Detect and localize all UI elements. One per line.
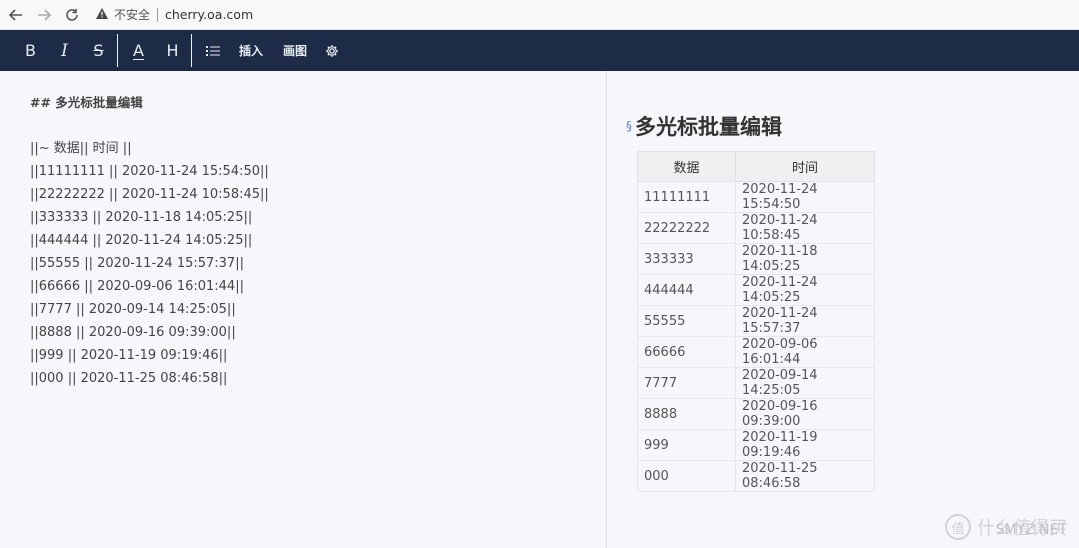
reload-icon[interactable] (58, 1, 86, 29)
markdown-preview: § 多光标批量编辑 数据 时间 11111111 2020-11-24 15:54… (608, 71, 1079, 548)
preview-table: 数据 时间 11111111 2020-11-24 15:54:50 222222… (637, 151, 875, 492)
cell-data: 66666 (637, 336, 736, 368)
column-header-data: 数据 (637, 151, 736, 182)
table-row: 8888 2020-09-16 09:39:00 (637, 398, 875, 430)
editor-line: ||7777 || 2020-09-14 14:25:05|| (30, 302, 236, 317)
table-header-row: 数据 时间 (637, 151, 875, 182)
table-row: 444444 2020-11-24 14:05:25 (637, 274, 875, 306)
table-row: 55555 2020-11-24 15:57:37 (637, 305, 875, 337)
cell-time: 2020-11-24 14:05:25 (735, 274, 875, 306)
cell-data: 22222222 (637, 212, 736, 244)
cell-data: 11111111 (637, 181, 736, 213)
editor-line: ||11111111 || 2020-11-24 15:54:50|| (30, 164, 269, 179)
font-color-button[interactable]: A (124, 30, 153, 71)
preview-heading: § 多光标批量编辑 (626, 111, 1079, 141)
watermark-site: SMYZ.NET (995, 522, 1067, 538)
arrow-right-icon[interactable] (30, 1, 58, 29)
editor-toolbar: B I S A H 插入 画图 (0, 30, 1079, 71)
cell-data: 999 (637, 429, 736, 461)
cell-data: 333333 (637, 243, 736, 275)
cell-time: 2020-11-24 15:57:37 (735, 305, 875, 337)
strikethrough-button[interactable]: S (84, 30, 113, 71)
table-row: 22222222 2020-11-24 10:58:45 (637, 212, 875, 244)
table-row: 333333 2020-11-18 14:05:25 (637, 243, 875, 275)
cell-time: 2020-11-24 15:54:50 (735, 181, 875, 213)
gear-icon[interactable] (317, 30, 346, 71)
markdown-editor[interactable]: ## 多光标批量编辑 ||~ 数据|| 时间 || ||11111111 || … (0, 71, 607, 548)
watermark: 值 什么值得买 SMYZ.NET (945, 514, 1067, 540)
editor-line: ||8888 || 2020-09-16 09:39:00|| (30, 325, 236, 340)
insecure-label: 不安全 (114, 8, 151, 22)
column-header-time: 时间 (735, 151, 875, 182)
toolbar-divider (117, 34, 118, 67)
cell-data: 8888 (637, 398, 736, 430)
cell-time: 2020-11-18 14:05:25 (735, 243, 875, 275)
cell-time: 2020-11-25 08:46:58 (735, 460, 875, 492)
editor-heading-line: ## 多光标批量编辑 (30, 95, 143, 110)
cell-data: 444444 (637, 274, 736, 306)
cell-time: 2020-11-19 09:19:46 (735, 429, 875, 461)
table-row: 66666 2020-09-06 16:01:44 (637, 336, 875, 368)
header-button[interactable]: H (158, 30, 187, 71)
cell-data: 55555 (637, 305, 736, 337)
cell-time: 2020-09-06 16:01:44 (735, 336, 875, 368)
editor-line: ||999 || 2020-11-19 09:19:46|| (30, 348, 228, 363)
watermark-logo-icon: 值 (945, 514, 971, 540)
table-row: 11111111 2020-11-24 15:54:50 (637, 181, 875, 213)
cell-data: 000 (637, 460, 736, 492)
bold-button[interactable]: B (16, 30, 45, 71)
editor-line: ||000 || 2020-11-25 08:46:58|| (30, 371, 228, 386)
browser-bar: 不安全 cherry.oa.com (0, 0, 1079, 30)
warning-triangle-icon (96, 7, 108, 22)
table-row: 7777 2020-09-14 14:25:05 (637, 367, 875, 399)
toolbar-divider (191, 34, 192, 67)
cell-data: 7777 (637, 367, 736, 399)
arrow-left-icon[interactable] (2, 1, 30, 29)
address-separator (157, 7, 159, 22)
italic-button[interactable]: I (50, 30, 79, 71)
cell-time: 2020-09-16 09:39:00 (735, 398, 875, 430)
cell-time: 2020-11-24 10:58:45 (735, 212, 875, 244)
editor-line: ||55555 || 2020-11-24 15:57:37|| (30, 256, 244, 271)
editor-line: ||66666 || 2020-09-06 16:01:44|| (30, 279, 244, 294)
address-bar[interactable]: 不安全 cherry.oa.com (96, 6, 253, 23)
heading-anchor-link[interactable]: § (626, 119, 632, 133)
table-row: 999 2020-11-19 09:19:46 (637, 429, 875, 461)
editor-line: ||444444 || 2020-11-24 14:05:25|| (30, 233, 253, 248)
table-row: 000 2020-11-25 08:46:58 (637, 460, 875, 492)
cell-time: 2020-09-14 14:25:05 (735, 367, 875, 399)
editor-line: ||~ 数据|| 时间 || (30, 141, 132, 156)
editor-line: ||22222222 || 2020-11-24 10:58:45|| (30, 187, 269, 202)
url-text[interactable]: cherry.oa.com (165, 7, 253, 22)
editor-line: ||333333 || 2020-11-18 14:05:25|| (30, 210, 253, 225)
editor-blank-line (30, 114, 606, 137)
draw-menu-button[interactable]: 画图 (275, 30, 315, 71)
preview-title: 多光标批量编辑 (635, 115, 782, 139)
insert-menu-button[interactable]: 插入 (231, 30, 271, 71)
list-icon[interactable] (198, 30, 227, 71)
